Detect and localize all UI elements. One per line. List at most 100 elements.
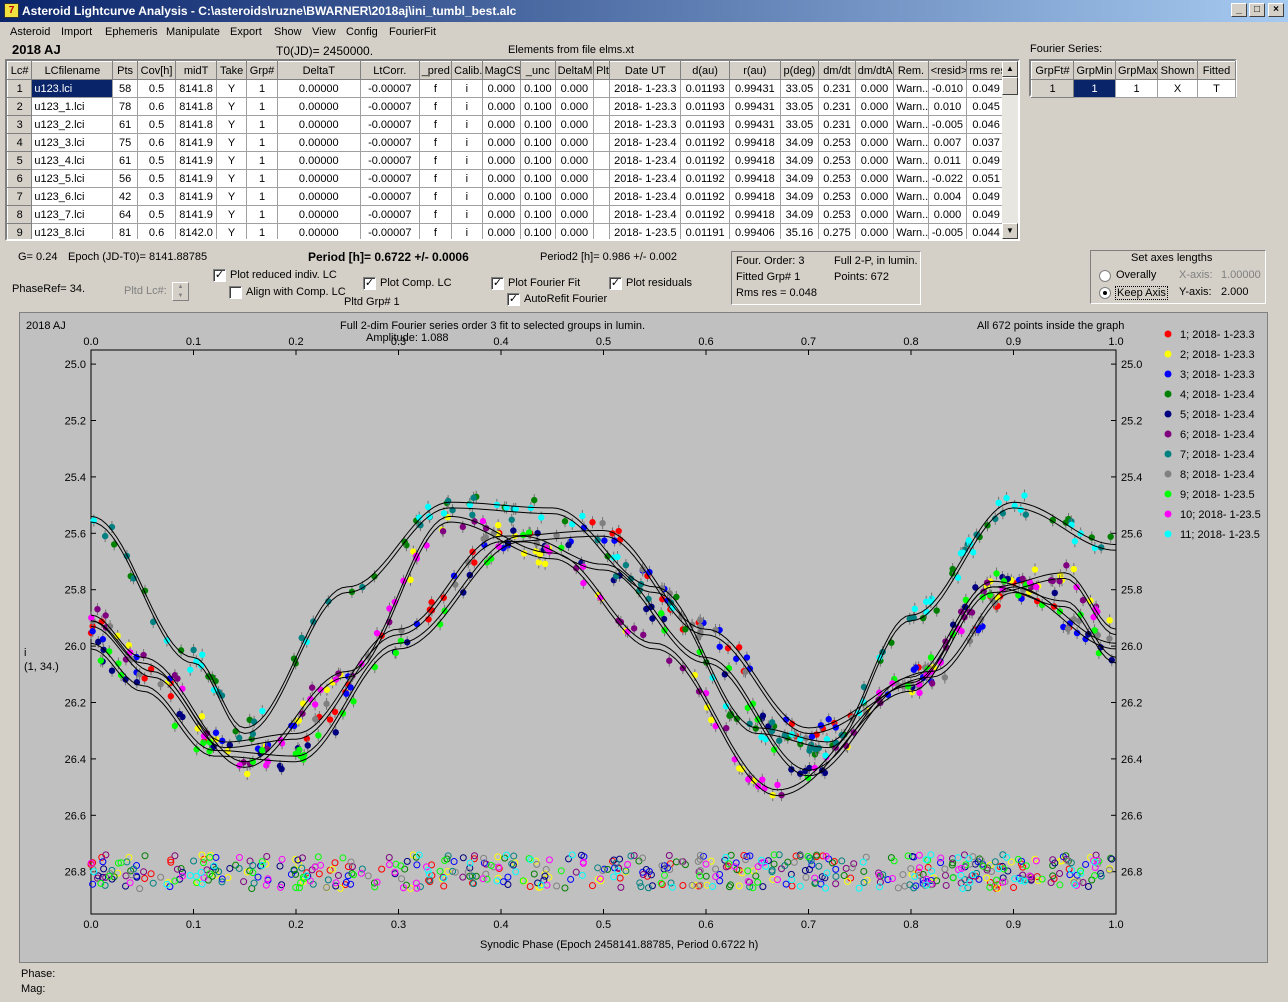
- table-cell[interactable]: 2018- 1-23.5: [609, 223, 682, 239]
- table-cell[interactable]: 2018- 1-23.3: [609, 79, 682, 98]
- table-cell[interactable]: 34.09: [780, 205, 820, 224]
- table-cell[interactable]: u123_1.lci: [31, 97, 114, 116]
- table-cell[interactable]: f: [419, 97, 453, 116]
- table-cell[interactable]: 0.99431: [729, 97, 781, 116]
- table-cell[interactable]: 0.253: [818, 187, 856, 206]
- column-header[interactable]: Take: [215, 61, 248, 80]
- table-cell[interactable]: 0.000: [855, 205, 895, 224]
- table-cell[interactable]: 0.045: [966, 97, 1006, 116]
- plot-reduced-checkbox[interactable]: ✓: [213, 269, 226, 282]
- table-cell[interactable]: 2018- 1-23.4: [609, 151, 682, 170]
- table-cell[interactable]: 2018- 1-23.4: [609, 169, 682, 188]
- table-cell[interactable]: 0.5: [137, 205, 177, 224]
- table-cell[interactable]: Warn...: [893, 187, 929, 206]
- table-cell[interactable]: 81: [112, 223, 138, 239]
- table-cell[interactable]: -0.005: [928, 223, 968, 239]
- table-cell[interactable]: 0.3: [137, 187, 177, 206]
- table-cell[interactable]: 2018- 1-23.4: [609, 187, 682, 206]
- table-cell[interactable]: Y: [216, 79, 248, 98]
- table-cell[interactable]: -0.00007: [360, 151, 420, 170]
- fourier-column-header[interactable]: Fitted: [1197, 61, 1236, 80]
- table-cell[interactable]: [593, 187, 611, 206]
- table-cell[interactable]: 0.051: [966, 169, 1006, 188]
- table-cell[interactable]: 0.5: [137, 169, 177, 188]
- table-cell[interactable]: i: [451, 169, 483, 188]
- table-cell[interactable]: Y: [216, 97, 248, 116]
- column-header[interactable]: DeltaM: [554, 61, 595, 80]
- table-cell[interactable]: 0.049: [966, 151, 1006, 170]
- plot-fourier-checkbox[interactable]: ✓: [491, 277, 504, 290]
- table-cell[interactable]: [593, 115, 611, 134]
- plot-residuals-checkbox[interactable]: ✓: [609, 277, 622, 290]
- pltd-lc-spinner[interactable]: ▲ ▼: [172, 282, 189, 301]
- column-header[interactable]: dm/dt: [818, 61, 856, 80]
- table-cell[interactable]: 0.99418: [729, 151, 781, 170]
- table-cell[interactable]: 2018- 1-23.4: [609, 205, 682, 224]
- table-row[interactable]: 9 u123_8.lci 81 0.6 8142.0 Y 1 0.00000 -0.00007 f…: [7, 223, 1006, 239]
- table-cell[interactable]: 0.100: [520, 223, 556, 239]
- table-cell[interactable]: 0.99418: [729, 133, 781, 152]
- table-cell[interactable]: 0.01191: [680, 223, 730, 239]
- lightcurve-plot[interactable]: 0.0 0.0 0.1 0.1 0.2 0.2 0.3 0.3 0.4 0.4 0.5 0.5 0.6 0…: [19, 312, 1268, 963]
- table-cell[interactable]: 56: [112, 169, 138, 188]
- column-header[interactable]: DeltaT: [276, 61, 361, 80]
- table-cell[interactable]: i: [451, 115, 483, 134]
- row-number[interactable]: 8: [7, 205, 33, 224]
- table-cell[interactable]: 0.99418: [729, 169, 781, 188]
- table-cell[interactable]: 0.000: [855, 187, 895, 206]
- table-cell[interactable]: 0.6: [137, 133, 177, 152]
- table-cell[interactable]: 0.000: [855, 115, 895, 134]
- table-cell[interactable]: Warn...: [893, 151, 929, 170]
- table-row[interactable]: 2 u123_1.lci 78 0.6 8141.8 Y 1 0.00000 -0.00007 f…: [7, 97, 1006, 116]
- table-cell[interactable]: 2018- 1-23.4: [609, 133, 682, 152]
- table-cell[interactable]: 1: [246, 223, 278, 239]
- table-cell[interactable]: f: [419, 169, 453, 188]
- table-cell[interactable]: Y: [216, 151, 248, 170]
- table-cell[interactable]: 0.99418: [729, 205, 781, 224]
- table-cell[interactable]: 0.000: [855, 97, 895, 116]
- table-cell[interactable]: i: [451, 205, 483, 224]
- table-cell[interactable]: 0.000: [482, 169, 522, 188]
- row-number[interactable]: 6: [7, 169, 33, 188]
- table-cell[interactable]: 0.99406: [729, 223, 781, 239]
- table-cell[interactable]: 0.037: [966, 133, 1006, 152]
- table-cell[interactable]: Warn...: [893, 97, 929, 116]
- table-scrollbar[interactable]: ▲ ▼: [1002, 61, 1018, 239]
- scroll-up-icon[interactable]: ▲: [1002, 61, 1018, 77]
- table-row[interactable]: 6 u123_5.lci 56 0.5 8141.9 Y 1 0.00000 -0.00007 f…: [7, 169, 1006, 188]
- table-row[interactable]: 7 u123_6.lci 42 0.3 8141.9 Y 1 0.00000 -0.00007 f…: [7, 187, 1006, 206]
- column-header[interactable]: Lc#: [7, 61, 33, 80]
- scroll-thumb[interactable]: [1002, 77, 1018, 95]
- table-cell[interactable]: 0.00000: [277, 115, 361, 134]
- table-row[interactable]: 5 u123_4.lci 61 0.5 8141.9 Y 1 0.00000 -0.00007 f…: [7, 151, 1006, 170]
- column-header[interactable]: Calib.: [451, 61, 483, 80]
- table-cell[interactable]: [593, 205, 611, 224]
- align-checkbox[interactable]: [229, 286, 242, 299]
- menu-export[interactable]: Export: [230, 26, 262, 38]
- table-cell[interactable]: 8141.8: [175, 97, 217, 116]
- table-cell[interactable]: 0.00000: [277, 187, 361, 206]
- table-cell[interactable]: [593, 151, 611, 170]
- table-cell[interactable]: 8142.0: [175, 223, 217, 239]
- table-cell[interactable]: -0.022: [928, 169, 968, 188]
- table-cell[interactable]: 0.000: [555, 223, 595, 239]
- fourier-column-header[interactable]: Shown: [1157, 61, 1198, 80]
- table-cell[interactable]: 0.046: [966, 115, 1006, 134]
- table-cell[interactable]: [593, 97, 611, 116]
- table-cell[interactable]: -0.00007: [360, 187, 420, 206]
- table-cell[interactable]: -0.00007: [360, 115, 420, 134]
- close-button[interactable]: ×: [1268, 3, 1284, 17]
- table-cell[interactable]: 64: [112, 205, 138, 224]
- table-cell[interactable]: Warn...: [893, 115, 929, 134]
- row-number[interactable]: 5: [7, 151, 33, 170]
- table-row[interactable]: 3 u123_2.lci 61 0.5 8141.8 Y 1 0.00000 -0.00007 f…: [7, 115, 1006, 134]
- table-cell[interactable]: 0.253: [818, 205, 856, 224]
- fourier-column-header[interactable]: GrpFt#: [1031, 61, 1074, 80]
- table-cell[interactable]: 0.231: [818, 97, 856, 116]
- table-cell[interactable]: u123_5.lci: [31, 169, 114, 188]
- table-cell[interactable]: 8141.9: [175, 133, 217, 152]
- table-cell[interactable]: Y: [216, 187, 248, 206]
- table-cell[interactable]: i: [451, 223, 483, 239]
- column-header[interactable]: Grp#: [246, 61, 278, 80]
- column-header[interactable]: Pts: [112, 61, 138, 80]
